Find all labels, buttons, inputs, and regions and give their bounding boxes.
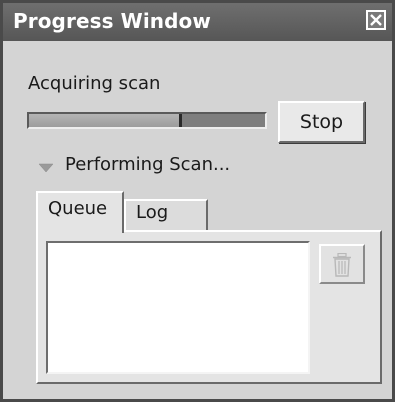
window-content: Acquiring scan Stop Performing Scan... Q… (3, 41, 392, 399)
delete-button[interactable] (319, 244, 365, 284)
progress-window: Progress Window Acquiring scan Stop Perf… (0, 0, 395, 402)
queue-list[interactable] (46, 241, 310, 374)
tab-log[interactable]: Log (124, 199, 208, 231)
progress-bar (27, 112, 267, 129)
window-title: Progress Window (13, 9, 211, 33)
stop-button[interactable]: Stop (278, 101, 365, 143)
close-icon (370, 14, 382, 26)
close-button[interactable] (366, 10, 386, 30)
status-label: Acquiring scan (28, 73, 161, 94)
triangle-down-icon[interactable] (38, 163, 54, 173)
progress-fill (29, 114, 183, 127)
section-label: Performing Scan... (65, 154, 231, 175)
trash-icon (333, 253, 351, 277)
tab-queue[interactable]: Queue (36, 191, 124, 233)
queue-tab-panel (36, 230, 382, 384)
title-bar[interactable]: Progress Window (3, 3, 392, 41)
